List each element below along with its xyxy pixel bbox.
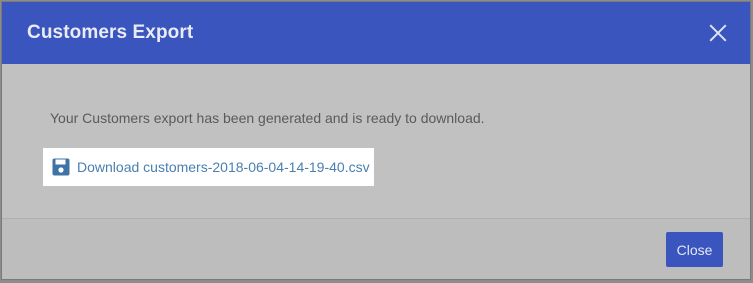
export-ready-message: Your Customers export has been generated… bbox=[50, 110, 485, 126]
floppy-disk-icon bbox=[52, 158, 70, 176]
dialog-footer: Close bbox=[2, 219, 750, 279]
download-link[interactable]: Download customers-2018-06-04-14-19-40.c… bbox=[43, 148, 374, 186]
dialog-header: Customers Export bbox=[2, 2, 750, 64]
dialog-title: Customers Export bbox=[27, 22, 194, 43]
dialog-body: Your Customers export has been generated… bbox=[2, 64, 750, 218]
export-dialog: Customers Export Your Customers export h… bbox=[1, 1, 751, 280]
close-icon[interactable] bbox=[708, 23, 728, 43]
close-button[interactable]: Close bbox=[666, 232, 723, 267]
download-link-label[interactable]: Download customers-2018-06-04-14-19-40.c… bbox=[77, 159, 370, 175]
